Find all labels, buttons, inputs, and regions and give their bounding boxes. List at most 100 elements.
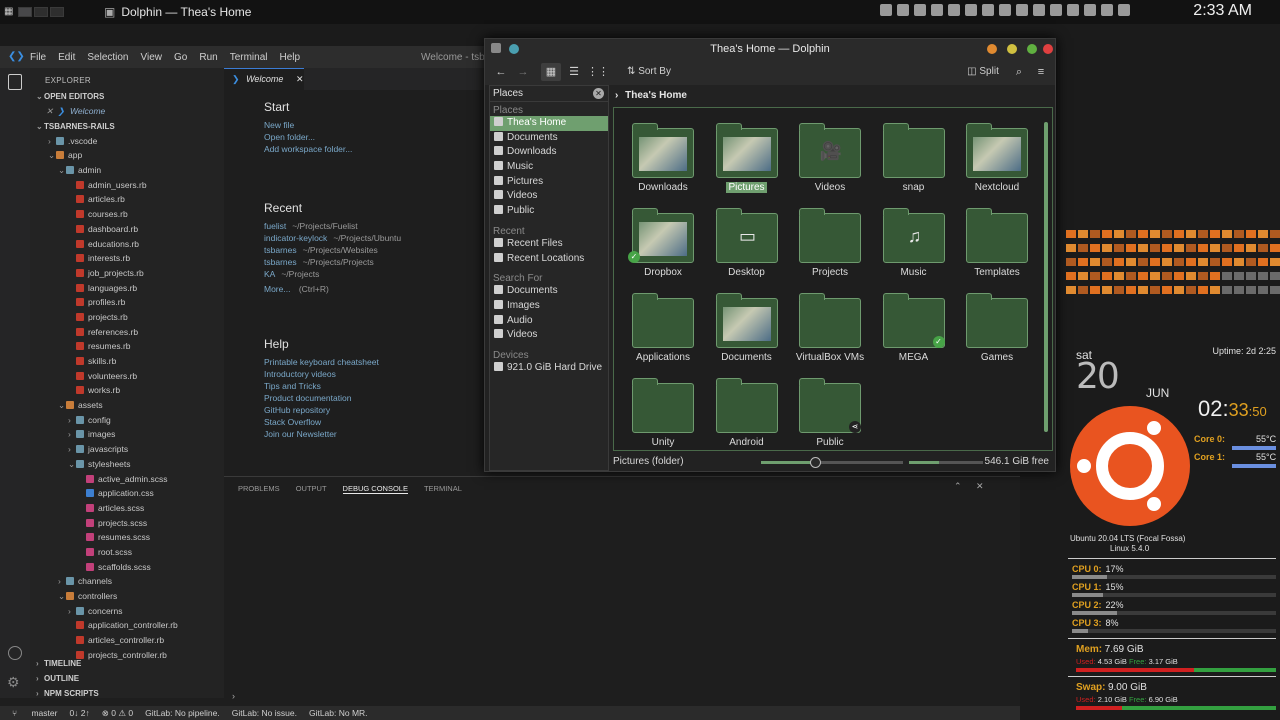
start-link[interactable]: Open folder... [264,131,484,143]
back-button[interactable]: ← [493,63,509,81]
panel-tab-output[interactable]: OUTPUT [296,484,327,493]
puzzle-icon[interactable] [931,4,943,16]
menu-run[interactable]: Run [199,52,217,63]
tree-item[interactable]: root.scss [30,545,224,560]
menu-file[interactable]: File [30,52,46,63]
record-icon[interactable] [948,4,960,16]
folder-item[interactable]: Unity [620,375,700,457]
places-item[interactable]: Downloads [490,145,608,160]
section-timeline[interactable]: › TIMELINE [30,656,224,671]
folder-item[interactable]: ⋖ Public [787,375,867,457]
places-item[interactable]: Documents [490,131,608,146]
mega-icon[interactable] [965,4,977,16]
split-button[interactable]: ◫ Split [963,63,1003,81]
tree-item[interactable]: skills.rb [30,354,224,369]
active-window-title[interactable]: Dolphin — Thea's Home [121,5,251,19]
tree-item[interactable]: interests.rb [30,251,224,266]
tree-item[interactable]: job_projects.rb [30,266,224,281]
shade-button[interactable] [1027,44,1037,54]
workspace-switcher[interactable]: ▦ [4,7,66,17]
help-link[interactable]: Join our Newsletter [264,428,484,440]
close-icon[interactable]: ✕ [46,106,53,116]
workspace-2[interactable] [34,7,48,17]
folder-item[interactable]: ♫ Music [871,205,951,287]
accounts-icon[interactable] [8,646,22,660]
close-button[interactable] [1043,44,1053,54]
folder-item[interactable]: Applications [620,290,700,372]
tree-item[interactable]: ⌄ stylesheets [30,457,224,472]
compact-view-button[interactable]: ⋮⋮ [587,63,609,81]
folder-item[interactable]: ▭ Desktop [704,205,784,287]
menu-view[interactable]: View [141,52,163,63]
open-editors-section[interactable]: ⌄OPEN EDITORS [30,89,224,104]
volume-icon[interactable] [1084,4,1096,16]
help-link[interactable]: Printable keyboard cheatsheet [264,356,484,368]
folder-item[interactable]: Downloads [620,120,700,202]
git-branch[interactable]: ⑂ master [12,708,57,718]
help-link[interactable]: GitHub repository [264,404,484,416]
mail-icon[interactable] [999,4,1011,16]
tree-item[interactable]: application.css [30,486,224,501]
tree-item[interactable]: articles.rb [30,192,224,207]
panel-tab-terminal[interactable]: TERMINAL [424,484,462,493]
places-item[interactable]: Videos [490,189,608,204]
tree-item[interactable]: articles_controller.rb [30,633,224,648]
places-item[interactable]: Recent Files [490,237,608,252]
tree-item[interactable]: profiles.rb [30,295,224,310]
project-section[interactable]: ⌄TSBARNES-RAILS [30,119,224,134]
recent-item[interactable]: tsbarnes ~/Projects/Projects [264,256,484,268]
hamburger-menu-icon[interactable]: ≡ [1033,63,1049,81]
places-item[interactable]: 921.0 GiB Hard Drive [490,361,608,376]
places-item[interactable]: Pictures [490,175,608,190]
help-link[interactable]: Stack Overflow [264,416,484,428]
explorer-icon[interactable] [8,74,22,90]
gitlab-pipeline[interactable]: GitLab: No pipeline. [145,708,220,718]
tree-item[interactable]: references.rb [30,325,224,340]
tree-item[interactable]: educations.rb [30,237,224,252]
menu-help[interactable]: Help [280,52,301,63]
sort-by-button[interactable]: ⇅ Sort By [621,63,677,81]
folder-item[interactable]: snap [871,120,951,202]
minimize-button[interactable] [987,44,997,54]
start-link[interactable]: Add workspace folder... [264,143,484,155]
telegram-icon[interactable] [1016,4,1028,16]
panel-tab-problems[interactable]: PROBLEMS [238,484,280,493]
icons-view-button[interactable]: ▦ [541,63,561,81]
close-panel-icon[interactable]: ✕ [976,481,984,492]
folder-item[interactable]: Android [704,375,784,457]
tree-item[interactable]: › channels [30,574,224,589]
bug-icon[interactable] [914,4,926,16]
scrollbar[interactable] [1044,122,1048,432]
places-item[interactable]: Public [490,204,608,219]
open-editor-item[interactable]: ✕ ❯ Welcome [30,104,224,119]
gitlab-issue[interactable]: GitLab: No issue. [232,708,297,718]
clock[interactable]: 2:33 AM [1193,2,1252,20]
tree-item[interactable]: ⌄ assets [30,398,224,413]
tree-item[interactable]: projects.rb [30,310,224,325]
places-item[interactable]: Documents [490,284,608,299]
recent-item[interactable]: tsbarnes ~/Projects/Websites [264,244,484,256]
tree-item[interactable]: › concerns [30,604,224,619]
bluetooth-icon[interactable] [1067,4,1079,16]
details-view-button[interactable]: ☰ [565,63,583,81]
breadcrumb[interactable]: › Thea's Home [615,87,1055,105]
section-outline[interactable]: › OUTLINE [30,671,224,686]
settings-gear-icon[interactable]: ⚙ [7,674,20,691]
gitlab-mr[interactable]: GitLab: No MR. [309,708,368,718]
tree-item[interactable]: active_admin.scss [30,472,224,487]
folder-item[interactable]: ✓ Dropbox [620,205,700,287]
forward-button[interactable]: → [515,63,531,81]
recent-item[interactable]: indicator-keylock ~/Projects/Ubuntu [264,232,484,244]
slack-icon[interactable] [897,4,909,16]
tree-item[interactable]: volunteers.rb [30,369,224,384]
dolphin-titlebar[interactable]: Thea's Home — Dolphin [485,39,1055,59]
close-panel-icon[interactable]: ✕ [593,88,604,99]
help-link[interactable]: Introductory videos [264,368,484,380]
places-item[interactable]: Recent Locations [490,252,608,267]
start-link[interactable]: New file [264,119,484,131]
folder-item[interactable]: Documents [704,290,784,372]
places-item[interactable]: Music [490,160,608,175]
git-sync[interactable]: 0↓ 2↑ [69,708,89,718]
tree-item[interactable]: scaffolds.scss [30,560,224,575]
menu-terminal[interactable]: Terminal [230,52,268,63]
